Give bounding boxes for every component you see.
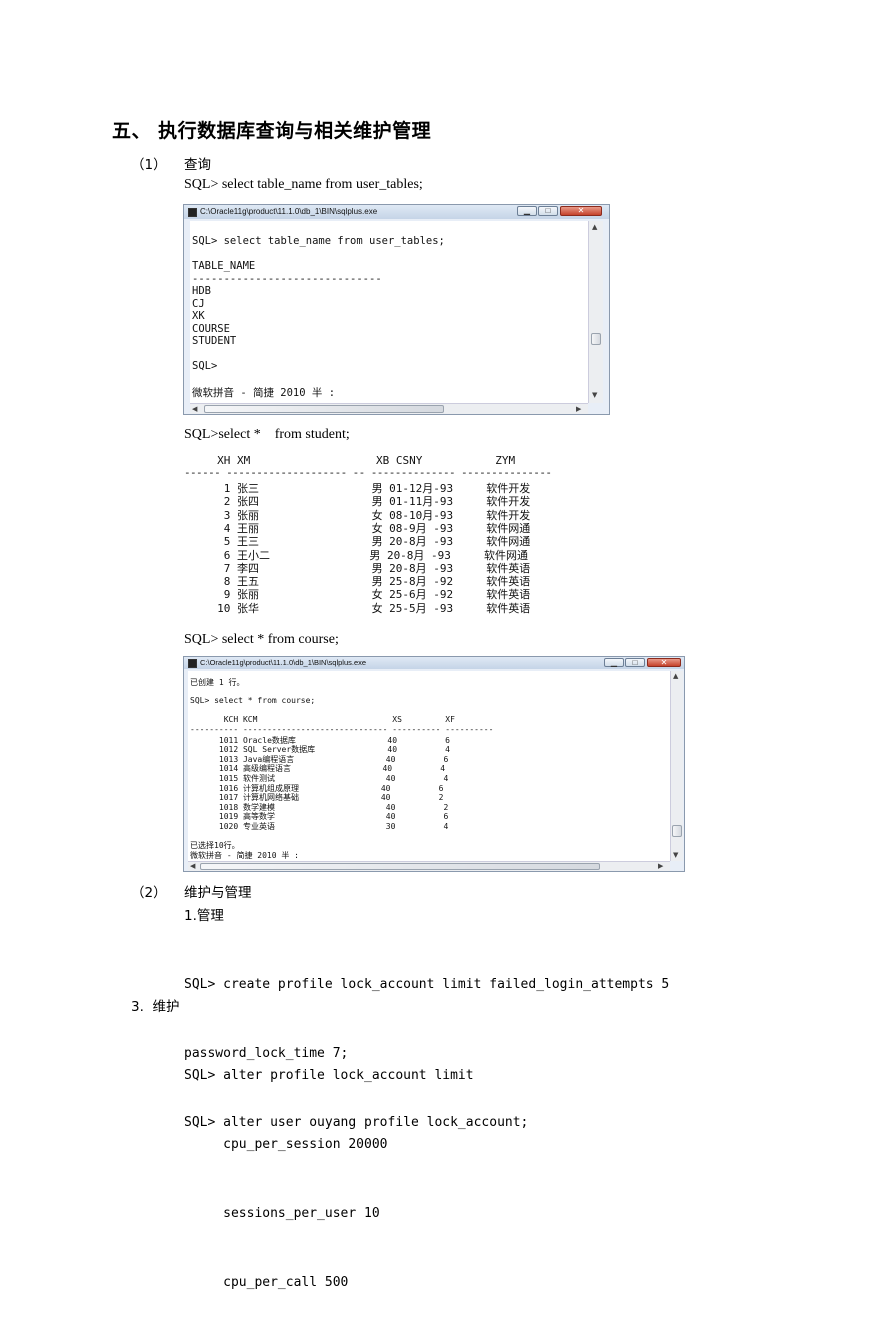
- sqlplus-window-1: C:\Oracle11g\product\11.1.0\db_1\BIN\sql…: [183, 204, 610, 415]
- minimize-button[interactable]: ▁: [604, 658, 624, 667]
- window1-console[interactable]: SQL> select table_name from user_tables;…: [190, 221, 588, 403]
- query2-text: SQL>select * from student;: [184, 427, 350, 442]
- console-line: ---------- -----------------------------…: [190, 725, 494, 734]
- close-button[interactable]: ✕: [560, 206, 602, 216]
- code-line: cpu_per_session 20000: [184, 1137, 388, 1152]
- window2-console[interactable]: 已创建 1 行。 SQL> select * from course; KCH K…: [188, 671, 670, 861]
- console-line: 已创建 1 行。: [190, 678, 245, 687]
- window1-horizontal-scrollbar[interactable]: ◀ ▶: [190, 403, 588, 414]
- scroll-down-arrow-icon[interactable]: ▼: [592, 391, 597, 399]
- manage-title: 1.管理: [184, 908, 224, 924]
- console-line: XK: [192, 310, 205, 322]
- code-line: SQL> create profile lock_account limit f…: [184, 977, 670, 992]
- window1-titlebar: C:\Oracle11g\product\11.1.0\db_1\BIN\sql…: [184, 205, 609, 219]
- scroll-up-arrow-icon[interactable]: ▲: [673, 672, 678, 680]
- window2-horizontal-scrollbar[interactable]: ◀ ▶: [188, 861, 670, 871]
- code-line: SQL> alter profile lock_account limit: [184, 1068, 474, 1083]
- close-button[interactable]: ✕: [647, 658, 681, 667]
- console-line: ------------------------------: [192, 272, 382, 285]
- scroll-down-arrow-icon[interactable]: ▼: [673, 851, 678, 859]
- scroll-left-arrow-icon[interactable]: ◀: [190, 862, 195, 870]
- scroll-right-arrow-icon[interactable]: ▶: [576, 405, 581, 413]
- console-line: 微软拼音 - 简捷 2010 半 :: [192, 387, 336, 399]
- scroll-right-arrow-icon[interactable]: ▶: [658, 862, 663, 870]
- scroll-up-arrow-icon[interactable]: ▲: [592, 223, 597, 231]
- sqlplus-window-2: C:\Oracle11g\product\11.1.0\db_1\BIN\sql…: [183, 656, 685, 872]
- section-heading: 五、 执行数据库查询与相关维护管理: [112, 120, 432, 142]
- console-line: SQL> select * from course;: [190, 696, 316, 706]
- window2-hscroll-thumb[interactable]: [200, 863, 600, 870]
- window2-titlebar: C:\Oracle11g\product\11.1.0\db_1\BIN\sql…: [184, 657, 684, 669]
- console-line: 1020 专业英语 30 4: [190, 822, 449, 831]
- table-row: 10 张华 女 25-5月 -93 软件英语: [184, 601, 531, 615]
- console-line: TABLE_NAME: [192, 260, 256, 272]
- section2-label: 维护与管理: [184, 885, 252, 901]
- minimize-button[interactable]: ▁: [517, 206, 537, 216]
- window1-hscroll-thumb[interactable]: [204, 405, 444, 413]
- maximize-button[interactable]: □: [538, 206, 558, 216]
- console-line: STUDENT: [192, 335, 237, 347]
- table-rule: ------ -------------------- -- ---------…: [184, 466, 552, 479]
- window2-vscroll-thumb[interactable]: [672, 825, 682, 837]
- console-line: CJ: [192, 297, 205, 310]
- query3-text: SQL> select * from course;: [184, 632, 339, 647]
- console-line: 微软拼音 - 简捷 2010 半 :: [190, 850, 299, 860]
- console-line: SQL> select table_name from user_tables;: [192, 235, 445, 247]
- maintain-code-block: SQL> alter profile lock_account limit cp…: [184, 1018, 474, 1317]
- window1-vertical-scrollbar[interactable]: ▲ ▼: [588, 221, 603, 403]
- console-line: HDB: [192, 285, 211, 297]
- student-result-table: XH XM XB CSNY ZYM ------ ---------------…: [184, 452, 604, 617]
- console-icon: [188, 659, 197, 668]
- window1-title: C:\Oracle11g\product\11.1.0\db_1\BIN\sql…: [200, 207, 378, 216]
- console-line: KCH KCM XS XF: [190, 715, 455, 725]
- console-icon: [188, 208, 197, 217]
- scroll-left-arrow-icon[interactable]: ◀: [192, 405, 197, 413]
- console-line: SQL>: [192, 360, 218, 372]
- code-line: sessions_per_user 10: [184, 1206, 380, 1221]
- section1-number: （1）: [131, 157, 167, 173]
- maintain-title: 3. 维护: [131, 999, 180, 1015]
- window2-vertical-scrollbar[interactable]: ▲ ▼: [670, 671, 683, 861]
- window1-vscroll-thumb[interactable]: [591, 333, 601, 345]
- maximize-button[interactable]: □: [625, 658, 645, 667]
- section2-number: （2）: [131, 885, 167, 901]
- query1-text: SQL> select table_name from user_tables;: [184, 177, 423, 192]
- console-line: COURSE: [192, 322, 230, 335]
- code-line: cpu_per_call 500: [184, 1275, 349, 1290]
- section1-label: 查询: [184, 157, 211, 173]
- window2-title: C:\Oracle11g\product\11.1.0\db_1\BIN\sql…: [200, 658, 367, 667]
